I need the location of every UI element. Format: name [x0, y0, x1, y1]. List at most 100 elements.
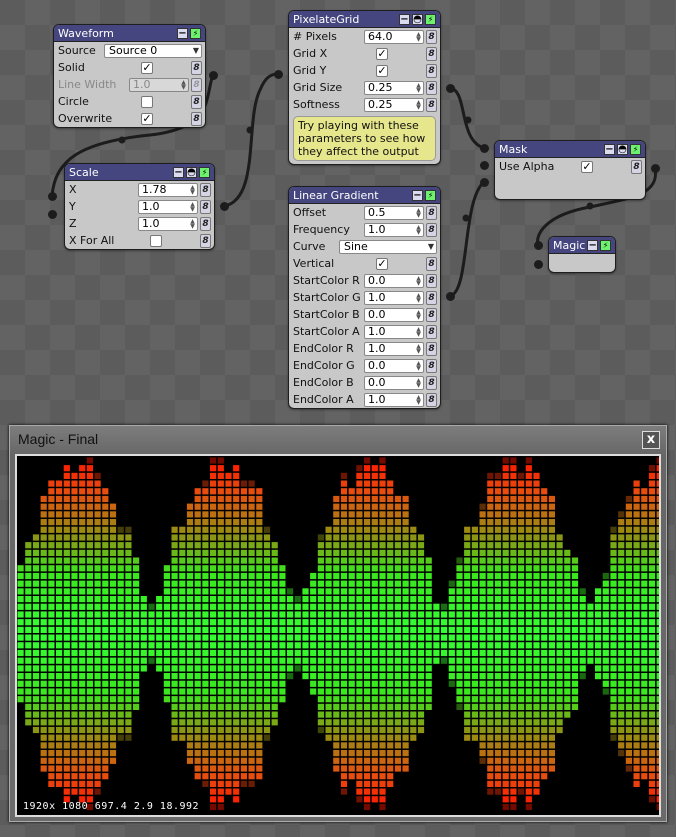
param-number-field[interactable]: 64.0 ▲ ▼ [364, 29, 424, 44]
spinner-arrows-icon[interactable]: ▲ ▼ [189, 218, 196, 230]
input-socket[interactable] [533, 240, 543, 250]
minimize-button[interactable]: − [587, 239, 599, 251]
param-checkbox[interactable] [141, 95, 153, 108]
spinner-arrows-icon[interactable]: ▲ ▼ [189, 201, 196, 213]
input-socket[interactable] [479, 177, 489, 187]
input-socket[interactable] [533, 259, 543, 269]
param-number-field[interactable]: 1.0 ▲ ▼ [364, 290, 424, 305]
power-button[interactable]: ⚡ [190, 27, 201, 39]
link-param-button[interactable]: 8 [426, 324, 437, 339]
param-number-field[interactable]: 0.0 ▲ ▼ [364, 358, 424, 373]
link-param-button[interactable]: 8 [426, 222, 437, 237]
param-number-field[interactable]: 0.5 ▲ ▼ [364, 205, 424, 220]
link-param-button[interactable]: 8 [191, 77, 202, 92]
minimize-button[interactable]: − [399, 13, 410, 25]
link-param-button[interactable]: 8 [426, 375, 437, 390]
param-checkbox[interactable]: ✓ [581, 160, 593, 173]
param-checkbox[interactable]: ✓ [141, 112, 153, 125]
input-socket[interactable] [47, 209, 57, 219]
output-socket[interactable] [208, 70, 218, 80]
output-socket[interactable] [445, 291, 455, 301]
node-header[interactable]: Mask − ◓ ⚡ [495, 141, 645, 158]
param-checkbox[interactable]: ✓ [376, 257, 388, 270]
link-param-button[interactable]: 8 [631, 159, 642, 174]
preview-button[interactable]: ◓ [617, 143, 628, 155]
node-header[interactable]: Linear Gradient − ⚡ [289, 187, 440, 204]
node-header[interactable]: Scale − ◓ ⚡ [65, 164, 214, 181]
link-param-button[interactable]: 8 [426, 358, 437, 373]
param-number-field[interactable]: 0.0 ▲ ▼ [364, 273, 424, 288]
input-socket[interactable] [479, 160, 489, 170]
output-socket[interactable] [219, 201, 229, 211]
link-param-button[interactable]: 8 [200, 199, 211, 214]
link-param-button[interactable]: 8 [191, 94, 202, 109]
spinner-arrows-icon[interactable]: ▲ ▼ [415, 224, 422, 236]
power-button[interactable]: ⚡ [425, 189, 436, 201]
param-checkbox[interactable] [150, 234, 162, 247]
node-header[interactable]: Magic − ⚡ [549, 237, 615, 254]
minimize-button[interactable]: − [177, 27, 188, 39]
spinner-arrows-icon[interactable]: ▲ ▼ [415, 326, 422, 338]
link-param-button[interactable]: 8 [426, 205, 437, 220]
power-button[interactable]: ⚡ [600, 239, 611, 251]
input-socket[interactable] [479, 143, 489, 153]
spinner-arrows-icon[interactable]: ▲ ▼ [415, 360, 422, 372]
minimize-button[interactable]: − [173, 166, 184, 178]
spinner-arrows-icon[interactable]: ▲ ▼ [189, 184, 196, 196]
link-param-button[interactable]: 8 [200, 233, 211, 248]
spinner-arrows-icon[interactable]: ▲ ▼ [415, 31, 422, 43]
node-waveform[interactable]: Waveform − ⚡ Source Source 0 ▼ Solid ✓ 8 Line Wid… [53, 24, 206, 128]
spinner-arrows-icon[interactable]: ▲ ▼ [415, 394, 422, 406]
link-param-button[interactable]: 8 [426, 341, 437, 356]
spinner-arrows-icon[interactable]: ▲ ▼ [415, 309, 422, 321]
link-param-button[interactable]: 8 [426, 29, 437, 44]
link-param-button[interactable]: 8 [191, 111, 202, 126]
input-socket[interactable] [47, 191, 57, 201]
link-param-button[interactable]: 8 [426, 273, 437, 288]
param-number-field[interactable]: 0.25 ▲ ▼ [364, 80, 424, 95]
param-number-field[interactable]: 1.0 ▲ ▼ [364, 341, 424, 356]
power-button[interactable]: ⚡ [630, 143, 641, 155]
param-dropdown[interactable]: Source 0 ▼ [104, 43, 202, 58]
param-number-field[interactable]: 1.0 ▲ ▼ [138, 216, 198, 231]
link-param-button[interactable]: 8 [426, 256, 437, 271]
close-button[interactable]: x [642, 431, 660, 449]
param-number-field[interactable]: 1.0 ▲ ▼ [138, 199, 198, 214]
output-socket[interactable] [650, 163, 660, 173]
node-gradient[interactable]: Linear Gradient − ⚡ Offset 0.5 ▲ ▼ 8 Frequency 1.… [288, 186, 441, 409]
link-param-button[interactable]: 8 [200, 182, 211, 197]
link-param-button[interactable]: 8 [191, 60, 202, 75]
preview-button[interactable]: ◓ [412, 13, 423, 25]
param-checkbox[interactable]: ✓ [376, 64, 388, 77]
spinner-arrows-icon[interactable]: ▲ ▼ [415, 275, 422, 287]
preview-button[interactable]: ◓ [186, 166, 197, 178]
power-button[interactable]: ⚡ [425, 13, 436, 25]
node-scale[interactable]: Scale − ◓ ⚡ X 1.78 ▲ ▼ 8 Y 1.0 ▲ ▼ 8 Z 1.0 ▲ ▼ 8 X For All 8 [64, 163, 215, 250]
spinner-arrows-icon[interactable]: ▲ ▼ [415, 377, 422, 389]
minimize-button[interactable]: − [412, 189, 423, 201]
param-number-field[interactable]: 1.0 ▲ ▼ [129, 77, 189, 92]
param-number-field[interactable]: 1.0 ▲ ▼ [364, 392, 424, 407]
link-param-button[interactable]: 8 [200, 216, 211, 231]
node-mask[interactable]: Mask − ◓ ⚡ Use Alpha ✓ 8 [494, 140, 646, 200]
output-socket[interactable] [445, 83, 455, 93]
param-checkbox[interactable]: ✓ [141, 61, 153, 74]
node-header[interactable]: PixelateGrid − ◓ ⚡ [289, 11, 440, 28]
param-checkbox[interactable]: ✓ [376, 47, 388, 60]
input-socket[interactable] [273, 69, 283, 79]
node-header[interactable]: Waveform − ⚡ [54, 25, 205, 42]
spinner-arrows-icon[interactable]: ▲ ▼ [415, 207, 422, 219]
spinner-arrows-icon[interactable]: ▲ ▼ [180, 79, 187, 91]
link-param-button[interactable]: 8 [426, 97, 437, 112]
link-param-button[interactable]: 8 [426, 63, 437, 78]
param-dropdown[interactable]: Sine ▼ [339, 239, 437, 254]
param-number-field[interactable]: 1.0 ▲ ▼ [364, 222, 424, 237]
power-button[interactable]: ⚡ [199, 166, 210, 178]
param-number-field[interactable]: 1.0 ▲ ▼ [364, 324, 424, 339]
spinner-arrows-icon[interactable]: ▲ ▼ [415, 343, 422, 355]
param-number-field[interactable]: 0.0 ▲ ▼ [364, 307, 424, 322]
param-number-field[interactable]: 0.25 ▲ ▼ [364, 97, 424, 112]
spinner-arrows-icon[interactable]: ▲ ▼ [415, 99, 422, 111]
link-param-button[interactable]: 8 [426, 392, 437, 407]
link-param-button[interactable]: 8 [426, 80, 437, 95]
